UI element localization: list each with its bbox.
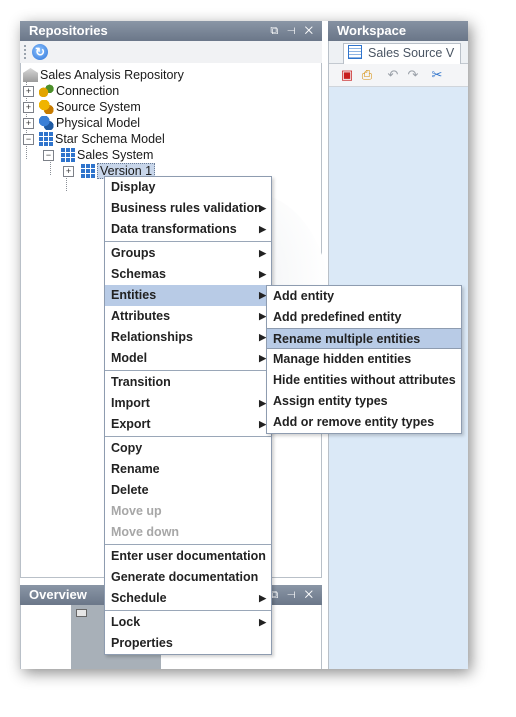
tree-node-physical-model[interactable]: + Physical Model — [23, 115, 140, 131]
menu-item-add-predefined-entity[interactable]: Add predefined entity — [267, 307, 461, 328]
menu-item-groups[interactable]: Groups ▶ — [105, 243, 271, 264]
repositories-title: Repositories — [29, 23, 108, 38]
collapse-icon[interactable]: − — [43, 150, 54, 161]
repository-icon — [23, 68, 38, 82]
menu-item-export[interactable]: Export ▶ — [105, 414, 271, 435]
tree-node-root[interactable]: Sales Analysis Repository — [23, 67, 184, 83]
submenu-arrow-icon: ▶ — [259, 593, 266, 603]
menu-item-relationships[interactable]: Relationships ▶ — [105, 327, 271, 348]
menu-item-business-rules-validation[interactable]: Business rules validation ▶ — [105, 198, 271, 219]
menu-item-schemas[interactable]: Schemas ▶ — [105, 264, 271, 285]
submenu-arrow-icon: ▶ — [259, 419, 266, 429]
menu-item-schedule[interactable]: Schedule ▶ — [105, 588, 271, 609]
menu-item-enter-user-documentation[interactable]: Enter user documentation — [105, 546, 271, 567]
menu-item-lock[interactable]: Lock ▶ — [105, 612, 271, 633]
overview-window-controls[interactable]: ⧉ ⊣ ✕ — [270, 585, 316, 605]
toolbar-grip-icon — [24, 45, 26, 59]
repositories-window-controls[interactable]: ⧉ ⊣ ✕ — [270, 21, 316, 41]
expand-icon[interactable]: + — [23, 102, 34, 113]
submenu-arrow-icon: ▶ — [259, 248, 266, 258]
context-menu: Display Business rules validation ▶ Data … — [104, 176, 272, 655]
entities-submenu: Add entity Add predefined entity Rename … — [266, 285, 462, 434]
collapse-icon[interactable]: − — [23, 134, 34, 145]
menu-item-transition[interactable]: Transition — [105, 372, 271, 393]
submenu-arrow-icon: ▶ — [259, 290, 266, 300]
source-system-icon — [39, 100, 54, 114]
redo-icon[interactable]: ↷ — [405, 67, 421, 83]
expand-icon[interactable]: + — [23, 118, 34, 129]
submenu-arrow-icon: ▶ — [259, 353, 266, 363]
menu-item-data-transformations[interactable]: Data transformations ▶ — [105, 219, 271, 240]
star-schema-icon — [39, 132, 53, 146]
repositories-toolbar: ↻ — [20, 41, 322, 64]
tree-node-sales-system[interactable]: − Sales System — [43, 147, 153, 163]
menu-item-delete[interactable]: Delete — [105, 480, 271, 501]
menu-separator — [105, 610, 271, 611]
menu-item-rename-multiple-entities[interactable]: Rename multiple entities — [267, 328, 461, 349]
tree-node-connection[interactable]: + Connection — [23, 83, 119, 99]
menu-item-model[interactable]: Model ▶ — [105, 348, 271, 369]
menu-item-add-or-remove-entity-types[interactable]: Add or remove entity types — [267, 412, 461, 433]
menu-item-properties[interactable]: Properties — [105, 633, 271, 654]
version-icon — [81, 164, 95, 178]
submenu-arrow-icon: ▶ — [259, 224, 266, 234]
menu-item-copy[interactable]: Copy — [105, 438, 271, 459]
menu-item-assign-entity-types[interactable]: Assign entity types — [267, 391, 461, 412]
menu-item-add-entity[interactable]: Add entity — [267, 286, 461, 307]
menu-item-import[interactable]: Import ▶ — [105, 393, 271, 414]
menu-separator — [105, 241, 271, 242]
pdf-icon[interactable]: ▣ — [339, 67, 355, 83]
connection-icon — [39, 84, 54, 98]
application-window: Repositories ⧉ ⊣ ✕ ↻ Sales Analysis Repo… — [20, 21, 468, 669]
menu-item-generate-documentation[interactable]: Generate documentation — [105, 567, 271, 588]
repositories-panel-header: Repositories ⧉ ⊣ ✕ — [20, 21, 322, 41]
menu-item-entities[interactable]: Entities ▶ — [105, 285, 271, 306]
submenu-arrow-icon: ▶ — [259, 332, 266, 342]
workspace-toolbar: ▣ ⎙ ↶ ↷ ✂ — [329, 64, 468, 87]
submenu-arrow-icon: ▶ — [259, 269, 266, 279]
print-icon[interactable]: ⎙ — [359, 67, 375, 83]
tab-sales-source[interactable]: Sales Source V — [343, 43, 462, 64]
workspace-panel-header: Workspace — [328, 21, 468, 41]
submenu-arrow-icon: ▶ — [259, 617, 266, 627]
overview-marker — [76, 609, 87, 617]
expand-icon[interactable]: + — [63, 166, 74, 177]
menu-item-move-down: Move down — [111, 525, 180, 539]
menu-separator — [105, 544, 271, 545]
physical-model-icon — [39, 116, 54, 130]
sales-system-icon — [61, 148, 75, 162]
tree-node-star-schema-model[interactable]: − Star Schema Model — [23, 131, 165, 147]
menu-item-attributes[interactable]: Attributes ▶ — [105, 306, 271, 327]
diagram-icon — [348, 45, 362, 59]
menu-item-hide-entities-without-attributes[interactable]: Hide entities without attributes — [267, 370, 461, 391]
refresh-icon[interactable]: ↻ — [32, 44, 48, 60]
submenu-arrow-icon: ▶ — [259, 398, 266, 408]
submenu-arrow-icon: ▶ — [259, 203, 266, 213]
workspace-tabstrip: Sales Source V — [329, 41, 468, 64]
menu-separator — [105, 370, 271, 371]
menu-item-rename[interactable]: Rename — [105, 459, 271, 480]
submenu-arrow-icon: ▶ — [259, 311, 266, 321]
undo-icon[interactable]: ↶ — [385, 67, 401, 83]
menu-separator — [105, 436, 271, 437]
menu-item-move-up: Move up — [111, 504, 162, 518]
tree-node-source-system[interactable]: + Source System — [23, 99, 141, 115]
overview-title: Overview — [29, 587, 87, 602]
menu-item-display[interactable]: Display — [105, 177, 271, 198]
menu-item-manage-hidden-entities[interactable]: Manage hidden entities — [267, 349, 461, 370]
cut-icon[interactable]: ✂ — [429, 67, 445, 83]
expand-icon[interactable]: + — [23, 86, 34, 97]
workspace-title: Workspace — [337, 23, 407, 38]
